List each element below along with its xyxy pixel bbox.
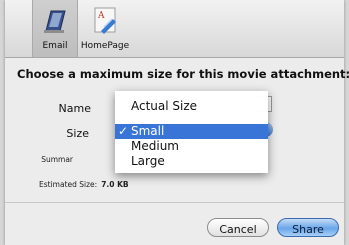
dialog-heading: Choose a maximum size for this movie att…	[17, 67, 349, 81]
name-label: Name	[58, 102, 91, 115]
cancel-button[interactable]: Cancel	[207, 218, 269, 237]
menu-item-large[interactable]: Large	[115, 154, 268, 169]
summary-label: Summar	[41, 155, 73, 164]
share-sheet: Email A HomePage Choose a maximum size f…	[5, 0, 349, 245]
size-label: Size	[66, 127, 89, 140]
menu-item-label: Medium	[131, 139, 179, 153]
toolbar-item-label: Email	[42, 41, 68, 51]
menu-item-medium[interactable]: Medium	[115, 139, 268, 154]
estimated-size-value: 7.0 KB	[101, 180, 129, 189]
svg-text:A: A	[97, 11, 105, 21]
toolbar-item-homepage[interactable]: A HomePage	[80, 0, 130, 57]
homepage-icon: A	[92, 5, 118, 35]
menu-item-label: Large	[131, 154, 165, 168]
size-dropdown-menu: Actual Size ✓ Small Medium Large	[115, 91, 268, 173]
toolbar-item-email[interactable]: Email	[32, 0, 78, 57]
estimated-size: Estimated Size: 7.0 KB	[39, 180, 129, 189]
estimated-size-label: Estimated Size:	[39, 180, 98, 189]
checkmark-icon: ✓	[118, 124, 129, 138]
toolbar-item-label: HomePage	[80, 41, 130, 51]
divider	[5, 202, 344, 203]
menu-item-label: Actual Size	[131, 99, 198, 113]
share-button[interactable]: Share	[277, 218, 339, 237]
menu-item-label: Small	[131, 124, 165, 138]
toolbar: Email A HomePage	[5, 0, 344, 58]
menu-item-small[interactable]: ✓ Small	[115, 124, 268, 139]
email-icon	[42, 5, 68, 35]
menu-item-actual-size[interactable]: Actual Size	[115, 99, 268, 114]
